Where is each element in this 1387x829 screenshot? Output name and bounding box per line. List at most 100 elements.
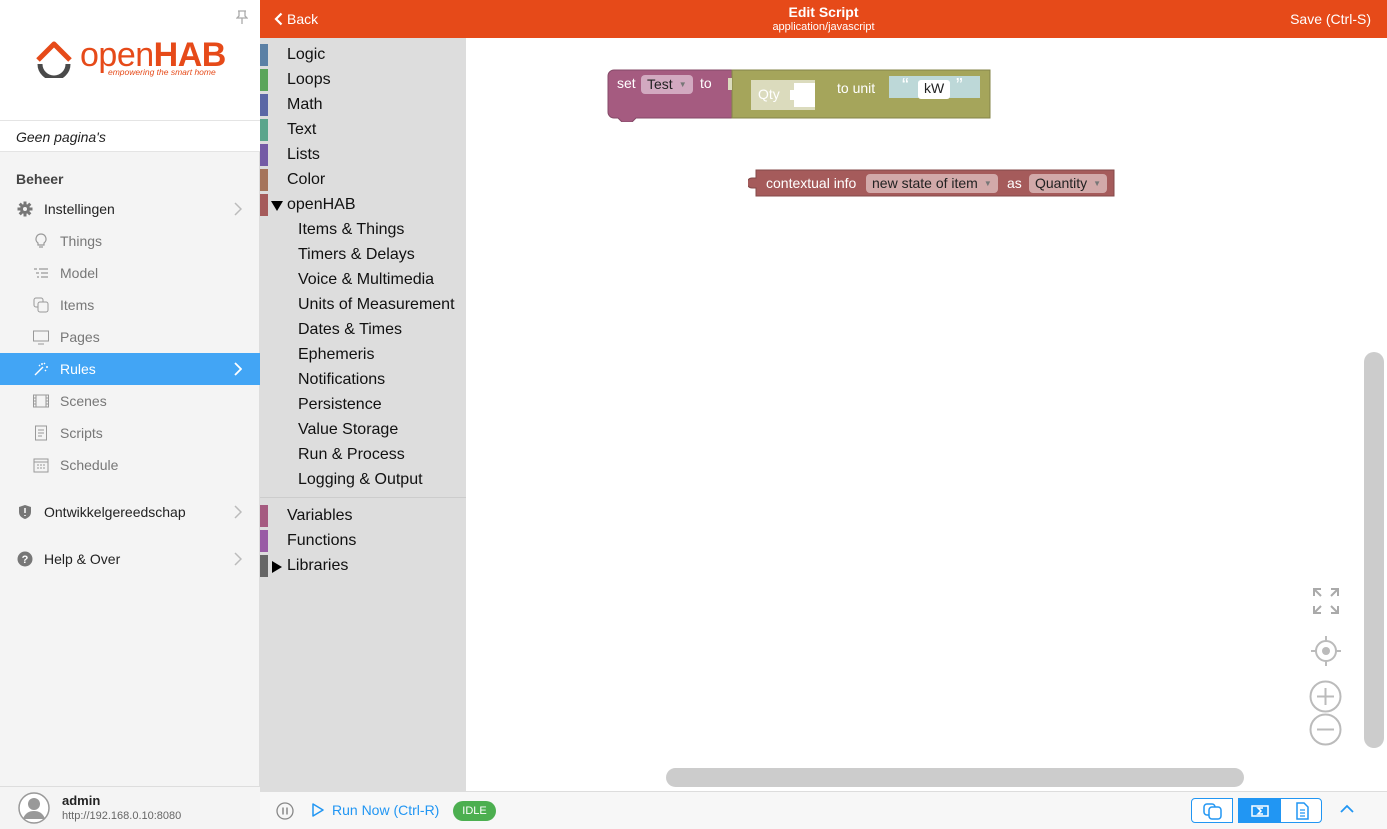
blockly-workspace[interactable]: set Test ▼ to Qty to unit “ kW ” contextu… [466, 38, 1387, 791]
sidebar-item-scenes[interactable]: Scenes [0, 385, 260, 417]
close-quote: ” [956, 75, 963, 97]
sidebar-item-developer-tools[interactable]: Ontwikkelgereedschap [0, 496, 260, 528]
svg-text:?: ? [22, 554, 29, 566]
toolbox-category-libraries[interactable]: Libraries [260, 553, 466, 578]
toolbox-subcategory-units-of-measurement[interactable]: Units of Measurement [298, 296, 455, 321]
category-color-bar [260, 505, 268, 527]
blockly-toolbox: Logic Loops Math Text Lists Color openHA… [260, 38, 466, 791]
chevron-up-icon[interactable] [1340, 804, 1354, 814]
toolbox-subcategory-persistence[interactable]: Persistence [298, 396, 382, 421]
sidebar-item-label: Schedule [60, 457, 119, 473]
zoom-in-icon[interactable] [1309, 680, 1342, 713]
sidebar-item-help[interactable]: ? Help & Over [0, 543, 260, 575]
toolbox-category-lists[interactable]: Lists [260, 142, 466, 167]
toolbox-subcategory-notifications[interactable]: Notifications [298, 371, 385, 396]
user-profile[interactable]: admin http://192.168.0.10:8080 [0, 786, 260, 829]
blocks-view-button[interactable] [1191, 798, 1233, 823]
toolbox-subcategory-run-process[interactable]: Run & Process [298, 446, 405, 471]
code-view-button[interactable] [1238, 798, 1280, 823]
category-color-bar [260, 555, 268, 577]
toolbox-category-variables[interactable]: Variables [260, 503, 466, 528]
category-color-bar [260, 94, 268, 116]
sidebar-item-label: Scripts [60, 425, 103, 441]
variable-name: Test [647, 76, 673, 92]
pause-icon[interactable] [276, 802, 294, 820]
document-icon [1296, 802, 1309, 820]
triangle-right-icon[interactable] [271, 561, 283, 573]
logo-tagline: empowering the smart home [108, 67, 216, 77]
pin-icon[interactable] [236, 10, 248, 24]
section-title-beheer: Beheer [16, 171, 64, 187]
sidebar-item-rules[interactable]: Rules [0, 353, 260, 385]
context-selection: new state of item [872, 175, 978, 191]
lightbulb-icon [35, 233, 47, 248]
sidebar-item-label: Help & Over [44, 551, 121, 567]
category-label: Text [287, 121, 317, 138]
as-label: as [1007, 175, 1022, 191]
openhab-logo-icon[interactable] [32, 38, 76, 78]
sidebar-item-pages[interactable]: Pages [0, 321, 260, 353]
toolbox-separator [260, 497, 466, 498]
items-icon [1203, 803, 1222, 820]
status-badge: IDLE [453, 801, 496, 821]
category-color-bar [260, 169, 268, 191]
bottom-toolbar: Run Now (Ctrl-R) IDLE [260, 791, 1387, 829]
to-label: to [700, 75, 712, 91]
magic-wand-icon [34, 362, 48, 376]
toolbox-category-logic[interactable]: Logic [260, 42, 466, 67]
sidebar-item-items[interactable]: Items [0, 289, 260, 321]
toolbox-category-text[interactable]: Text [260, 117, 466, 142]
user-name: admin [62, 793, 101, 808]
calendar-icon [33, 458, 49, 473]
category-label: Lists [287, 146, 320, 163]
qty-label: Qty [758, 86, 780, 102]
toolbox-subcategory-timers-delays[interactable]: Timers & Delays [298, 246, 415, 271]
toolbox-category-color[interactable]: Color [260, 167, 466, 192]
toolbox-subcategory-ephemeris[interactable]: Ephemeris [298, 346, 374, 371]
no-pages-text: Geen pagina's [0, 120, 260, 152]
toolbox-subcategory-logging-output[interactable]: Logging & Output [298, 471, 423, 496]
horizontal-scrollbar[interactable] [666, 768, 1244, 787]
toolbox-category-math[interactable]: Math [260, 92, 466, 117]
triangle-down-icon[interactable] [271, 200, 283, 212]
contextual-info-label: contextual info [766, 175, 857, 191]
sidebar-item-scripts[interactable]: Scripts [0, 417, 260, 449]
unit-text-field[interactable]: kW [918, 80, 951, 99]
category-label: Functions [287, 532, 357, 549]
toolbox-subcategory-value-storage[interactable]: Value Storage [298, 421, 398, 446]
category-color-bar [260, 44, 268, 66]
toolbox-category-openhab[interactable]: openHAB [260, 192, 466, 217]
server-url: http://192.168.0.10:8080 [62, 810, 182, 822]
toolbox-category-loops[interactable]: Loops [260, 67, 466, 92]
variable-dropdown[interactable]: Test ▼ [641, 75, 693, 94]
toolbox-category-functions[interactable]: Functions [260, 528, 466, 553]
avatar [18, 792, 50, 824]
recenter-icon[interactable] [1310, 635, 1342, 667]
source-view-button[interactable] [1280, 798, 1322, 823]
fullscreen-icon[interactable] [1312, 587, 1340, 615]
gear-icon [17, 201, 33, 217]
run-now-button[interactable]: Run Now (Ctrl-R) [312, 802, 439, 818]
context-selection-dropdown[interactable]: new state of item ▼ [866, 174, 998, 193]
toolbox-subcategory-voice-multimedia[interactable]: Voice & Multimedia [298, 271, 434, 296]
type-dropdown[interactable]: Quantity ▼ [1029, 174, 1108, 193]
page-subtitle: application/javascript [772, 21, 875, 33]
toolbox-subcategory-dates-times[interactable]: Dates & Times [298, 321, 402, 346]
toolbox-subcategory-items-things[interactable]: Items & Things [298, 221, 404, 246]
category-color-bar [260, 119, 268, 141]
zoom-out-icon[interactable] [1309, 713, 1342, 746]
category-label: Loops [287, 71, 331, 88]
help-icon: ? [17, 551, 33, 567]
sidebar-item-schedule[interactable]: Schedule [0, 449, 260, 481]
sidebar-item-model[interactable]: Model [0, 257, 260, 289]
dropdown-arrow-icon: ▼ [1093, 179, 1102, 188]
vertical-scrollbar[interactable] [1364, 352, 1384, 748]
chevron-right-icon [234, 552, 242, 566]
dropdown-arrow-icon: ▼ [678, 80, 687, 89]
category-color-bar [260, 194, 268, 216]
sidebar-item-settings[interactable]: Instellingen [0, 193, 260, 225]
film-icon [33, 394, 49, 408]
sidebar-item-things[interactable]: Things [0, 225, 260, 257]
run-now-label: Run Now (Ctrl-R) [332, 802, 440, 818]
save-button[interactable]: Save (Ctrl-S) [1290, 11, 1371, 27]
